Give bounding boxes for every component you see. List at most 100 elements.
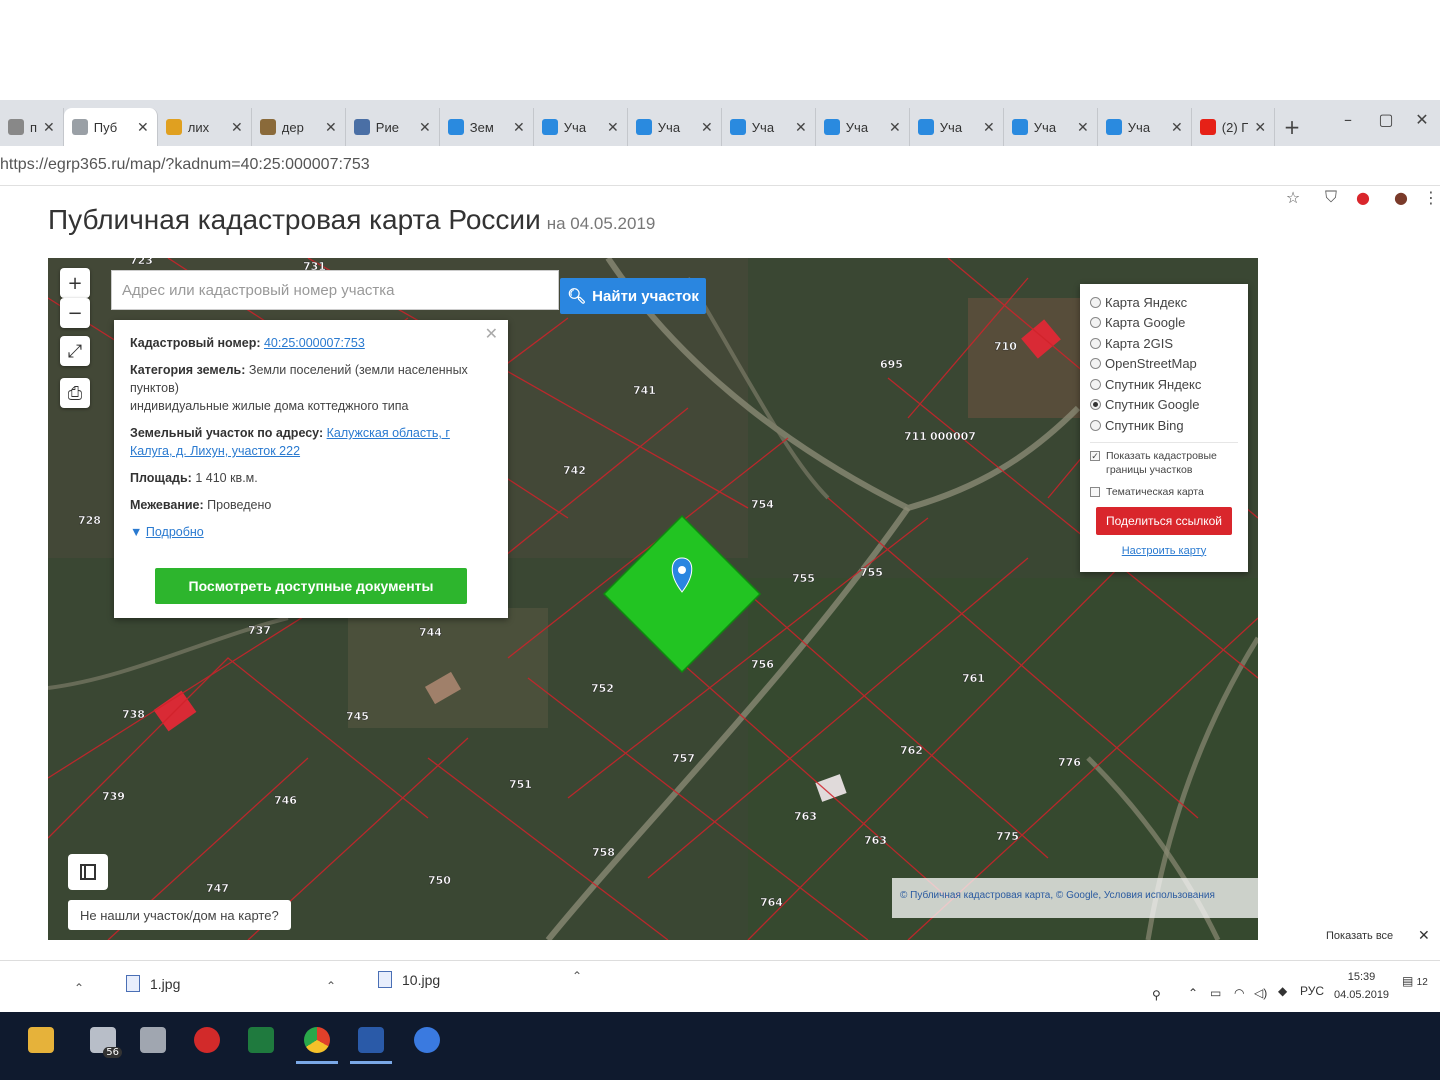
new-tab-button[interactable]: + bbox=[1275, 108, 1309, 146]
close-window-icon[interactable]: ✕ bbox=[1404, 110, 1440, 129]
zoom-in-button[interactable]: + bbox=[60, 268, 90, 298]
browser-tab[interactable]: Уча ✕ bbox=[534, 108, 628, 146]
configure-map-link[interactable]: Настроить карту bbox=[1090, 545, 1238, 557]
minimize-icon[interactable]: – bbox=[1330, 110, 1366, 129]
tab-favicon-icon bbox=[353, 119, 370, 135]
radio-selected-icon[interactable] bbox=[1090, 399, 1101, 411]
layer-option[interactable]: Карта Яндекс bbox=[1090, 292, 1238, 313]
share-link-button[interactable]: Поделиться ссылкой bbox=[1096, 506, 1232, 535]
taskbar-word[interactable] bbox=[348, 1020, 394, 1064]
view-documents-button[interactable]: Посмотреть доступные документы bbox=[155, 568, 467, 604]
tray-people-icon[interactable]: ⚲ bbox=[1152, 988, 1161, 1002]
chevron-up-icon[interactable]: ⌃ bbox=[326, 979, 336, 993]
close-icon[interactable]: ✕ bbox=[137, 119, 149, 136]
extension-icon[interactable]: ● bbox=[1352, 186, 1374, 208]
battery-icon[interactable]: ▭ bbox=[1210, 986, 1221, 1000]
taskbar-chrome[interactable] bbox=[294, 1020, 340, 1064]
avatar[interactable]: ● bbox=[1390, 186, 1412, 208]
zoom-out-button[interactable]: − bbox=[60, 298, 90, 328]
browser-tab[interactable]: (2) Г ✕ bbox=[1192, 108, 1276, 146]
find-parcel-button[interactable]: 🔍︎ Найти участок bbox=[560, 278, 706, 314]
menu-icon[interactable]: ⋮ bbox=[1420, 186, 1440, 208]
browser-tab[interactable]: Рие ✕ bbox=[346, 108, 440, 146]
cadastral-link[interactable]: 40:25:000007:753 bbox=[264, 336, 365, 350]
close-icon[interactable]: ✕ bbox=[513, 119, 525, 136]
browser-tab[interactable]: дер ✕ bbox=[252, 108, 346, 146]
close-icon[interactable]: ✕ bbox=[1418, 928, 1430, 944]
browser-tab[interactable]: Уча ✕ bbox=[816, 108, 910, 146]
radio-icon[interactable] bbox=[1090, 358, 1101, 370]
taskbar-app[interactable] bbox=[184, 1020, 230, 1060]
radio-icon[interactable] bbox=[1090, 317, 1101, 329]
taskbar-mail[interactable]: 56 bbox=[80, 1020, 126, 1060]
show-all-downloads-link[interactable]: Показать все bbox=[1326, 930, 1393, 942]
checkbox-checked-icon[interactable]: ✓ bbox=[1090, 450, 1100, 461]
browser-tab-active[interactable]: Пуб ✕ bbox=[63, 108, 158, 146]
pdf-icon bbox=[194, 1027, 220, 1053]
shield-icon[interactable]: ⛉ bbox=[1320, 186, 1342, 208]
taskbar-excel[interactable] bbox=[238, 1020, 284, 1060]
tray-chevron-up-icon[interactable]: ⌃ bbox=[1188, 986, 1198, 1000]
radio-icon[interactable] bbox=[1090, 378, 1101, 390]
layer-option[interactable]: OpenStreetMap bbox=[1090, 354, 1238, 375]
url-text[interactable]: https://egrp365.ru/map/?kadnum=40:25:000… bbox=[0, 156, 370, 174]
close-icon[interactable]: ✕ bbox=[983, 119, 995, 136]
checkbox-icon[interactable] bbox=[1090, 486, 1100, 497]
layer-option[interactable]: Карта 2GIS bbox=[1090, 333, 1238, 354]
close-icon[interactable]: ✕ bbox=[701, 119, 713, 136]
download-item[interactable]: 10.jpg bbox=[378, 971, 440, 988]
map-canvas[interactable]: 723 731 741 742 695 710 711 000007 754 7… bbox=[48, 258, 1258, 940]
show-borders-option[interactable]: ✓ Показать кадастровые границы участков bbox=[1090, 449, 1238, 477]
close-icon[interactable]: ✕ bbox=[1171, 119, 1183, 136]
layer-option[interactable]: Спутник Bing bbox=[1090, 415, 1238, 436]
browser-tab[interactable]: Уча ✕ bbox=[722, 108, 816, 146]
volume-icon[interactable]: ◁) bbox=[1254, 986, 1267, 1000]
browser-tab[interactable]: Уча ✕ bbox=[1004, 108, 1098, 146]
browser-tab[interactable]: лих ✕ bbox=[158, 108, 252, 146]
radio-icon[interactable] bbox=[1090, 419, 1101, 431]
maximize-icon[interactable]: ▢ bbox=[1368, 110, 1404, 129]
layer-option-selected[interactable]: Спутник Google bbox=[1090, 395, 1238, 416]
close-icon[interactable]: ✕ bbox=[485, 326, 498, 344]
thematic-option[interactable]: Тематическая карта bbox=[1090, 485, 1238, 499]
chevron-up-icon[interactable]: ⌃ bbox=[74, 981, 84, 995]
taskbar-explorer[interactable] bbox=[18, 1020, 64, 1060]
layer-option[interactable]: Карта Google bbox=[1090, 313, 1238, 334]
close-icon[interactable]: ✕ bbox=[889, 119, 901, 136]
close-icon[interactable]: ✕ bbox=[795, 119, 807, 136]
bookmark-star-icon[interactable]: ☆ bbox=[1282, 186, 1304, 208]
paw-icon bbox=[917, 119, 934, 135]
dropbox-icon[interactable]: ◆ bbox=[1278, 984, 1287, 998]
close-icon[interactable]: ✕ bbox=[419, 119, 431, 136]
radio-icon[interactable] bbox=[1090, 337, 1101, 349]
browser-tab[interactable]: п ✕ bbox=[0, 108, 64, 146]
wifi-icon[interactable]: ◠ bbox=[1234, 986, 1244, 1000]
close-icon[interactable]: ✕ bbox=[325, 119, 337, 136]
radio-icon[interactable] bbox=[1090, 296, 1101, 308]
download-item[interactable]: 1.jpg bbox=[126, 975, 180, 992]
browser-tab[interactable]: Уча ✕ bbox=[1098, 108, 1192, 146]
close-icon[interactable]: ✕ bbox=[231, 119, 243, 136]
close-icon[interactable]: ✕ bbox=[1254, 119, 1266, 136]
close-icon[interactable]: ✕ bbox=[607, 119, 619, 136]
search-input[interactable] bbox=[111, 270, 559, 310]
browser-tab[interactable]: Зем ✕ bbox=[440, 108, 534, 146]
close-icon[interactable]: ✕ bbox=[1077, 119, 1089, 136]
address-bar[interactable]: https://egrp365.ru/map/?kadnum=40:25:000… bbox=[0, 146, 1440, 186]
taskbar-app[interactable] bbox=[404, 1020, 450, 1060]
layer-option[interactable]: Спутник Яндекс bbox=[1090, 374, 1238, 395]
print-icon[interactable]: ⎙ bbox=[60, 378, 90, 408]
book-icon[interactable] bbox=[68, 854, 108, 890]
fullscreen-icon[interactable]: ⤢ bbox=[60, 336, 90, 366]
close-icon[interactable]: ✕ bbox=[43, 119, 55, 136]
clock[interactable]: 15:39 04.05.2019 bbox=[1334, 968, 1389, 1004]
not-found-button[interactable]: Не нашли участок/дом на карте? bbox=[68, 900, 291, 930]
more-link[interactable]: Подробно bbox=[146, 525, 204, 539]
taskbar-app[interactable] bbox=[130, 1020, 176, 1060]
language-indicator[interactable]: РУС bbox=[1300, 984, 1324, 998]
browser-tab[interactable]: Уча ✕ bbox=[910, 108, 1004, 146]
chevron-up-icon[interactable]: ⌃ bbox=[572, 969, 582, 983]
notification-icon[interactable]: ▤ 12 bbox=[1402, 974, 1428, 988]
map-attribution[interactable]: © Публичная кадастровая карта, © Google,… bbox=[892, 878, 1258, 918]
browser-tab[interactable]: Уча ✕ bbox=[628, 108, 722, 146]
